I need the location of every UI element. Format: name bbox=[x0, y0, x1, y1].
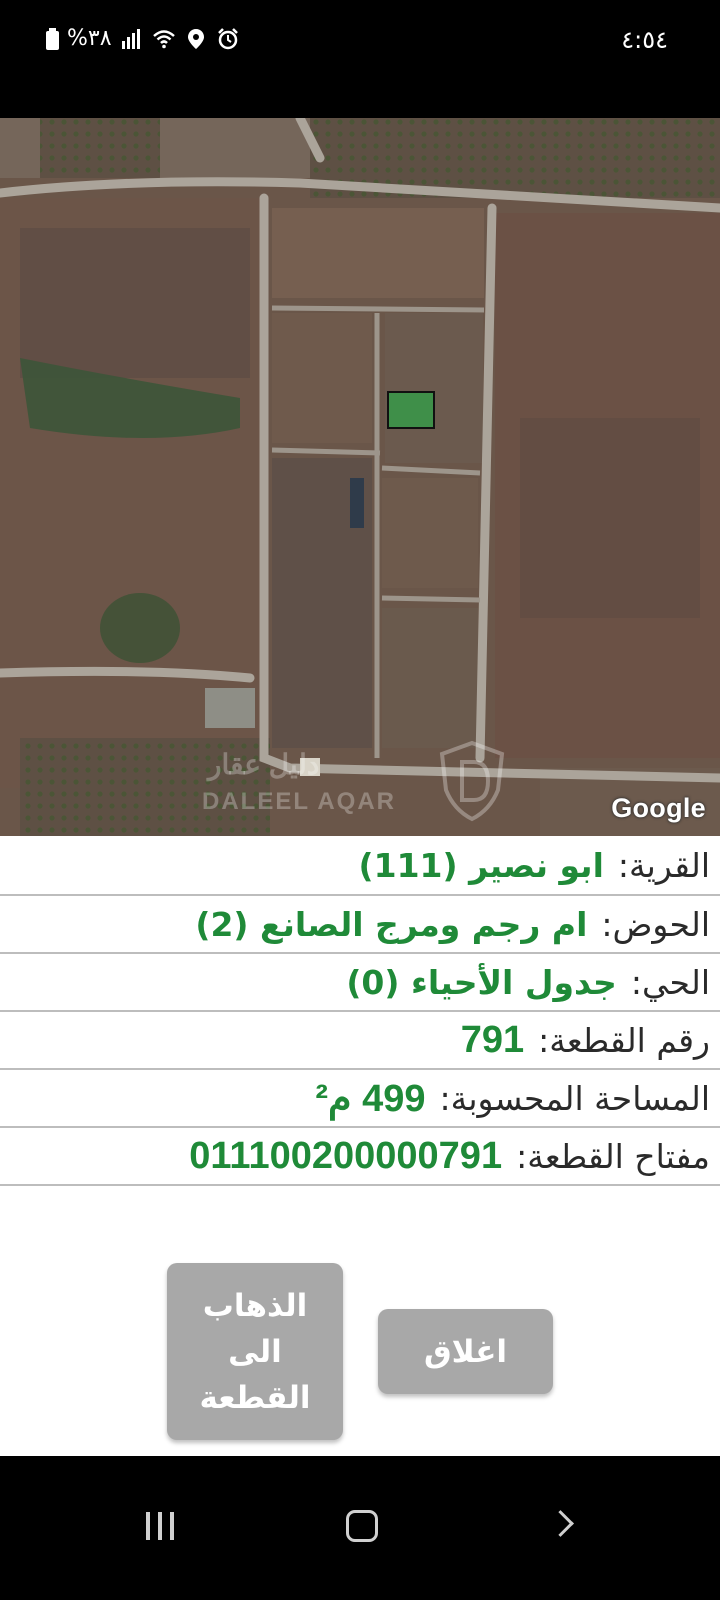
location-icon bbox=[187, 28, 204, 49]
status-bar: %٣٨ ٤:٥٤ bbox=[0, 0, 720, 118]
parcel-number-value: 791 bbox=[460, 1018, 525, 1061]
village-label: القرية: bbox=[617, 845, 710, 885]
district-value: جدول الأحياء (0) bbox=[346, 962, 617, 1002]
satellite-map[interactable]: دليل عقار DALEEL AQAR Google bbox=[0, 118, 720, 836]
shield-logo-icon bbox=[439, 740, 505, 822]
watermark: دليل عقار DALEEL AQAR bbox=[202, 740, 522, 830]
close-label: اغلاق bbox=[423, 1333, 508, 1370]
alarm-icon bbox=[217, 27, 238, 49]
signal-icon bbox=[121, 28, 140, 49]
watermark-english: DALEEL AQAR bbox=[202, 788, 397, 815]
go-to-parcel-label: الذهاب الى القطعة bbox=[199, 1287, 311, 1416]
battery-icon bbox=[46, 27, 59, 50]
status-time: ٤:٥٤ bbox=[621, 26, 668, 54]
back-chevron-icon[interactable] bbox=[547, 1510, 574, 1537]
basin-row: الحوض: ام رجم ومرج الصانع (2) bbox=[0, 896, 720, 954]
area-value: 499 م² bbox=[315, 1077, 426, 1120]
area-row: المساحة المحسوبة: 499 م² bbox=[0, 1070, 720, 1128]
basin-value: ام رجم ومرج الصانع (2) bbox=[195, 904, 588, 944]
home-icon[interactable] bbox=[346, 1510, 378, 1542]
battery-percent: %٣٨ bbox=[67, 26, 112, 51]
go-to-parcel-button[interactable]: الذهاب الى القطعة bbox=[167, 1263, 343, 1440]
parcel-key-row: مفتاح القطعة: 011100200000791 bbox=[0, 1128, 720, 1186]
system-nav-bar bbox=[0, 1456, 720, 1600]
parcel-key-value: 011100200000791 bbox=[189, 1134, 503, 1177]
village-value: ابو نصير (111) bbox=[358, 845, 604, 885]
google-attribution: Google bbox=[611, 793, 706, 823]
district-row: الحي: جدول الأحياء (0) bbox=[0, 954, 720, 1012]
close-button[interactable]: اغلاق bbox=[378, 1309, 553, 1394]
village-row: القرية: ابو نصير (111) bbox=[0, 836, 720, 896]
basin-label: الحوض: bbox=[601, 904, 710, 944]
wifi-icon bbox=[152, 29, 175, 48]
parcel-number-row: رقم القطعة: 791 bbox=[0, 1012, 720, 1070]
parcel-key-label: مفتاح القطعة: bbox=[516, 1136, 710, 1176]
parcel-info-panel: القرية: ابو نصير (111) الحوض: ام رجم ومر… bbox=[0, 836, 720, 1186]
recents-icon[interactable] bbox=[146, 1512, 176, 1540]
district-label: الحي: bbox=[630, 962, 710, 1002]
watermark-arabic: دليل عقار bbox=[208, 749, 320, 780]
status-icons: %٣٨ bbox=[46, 26, 240, 51]
area-label: المساحة المحسوبة: bbox=[439, 1078, 710, 1118]
parcel-number-label: رقم القطعة: bbox=[538, 1020, 710, 1060]
map-imagery bbox=[0, 118, 720, 836]
